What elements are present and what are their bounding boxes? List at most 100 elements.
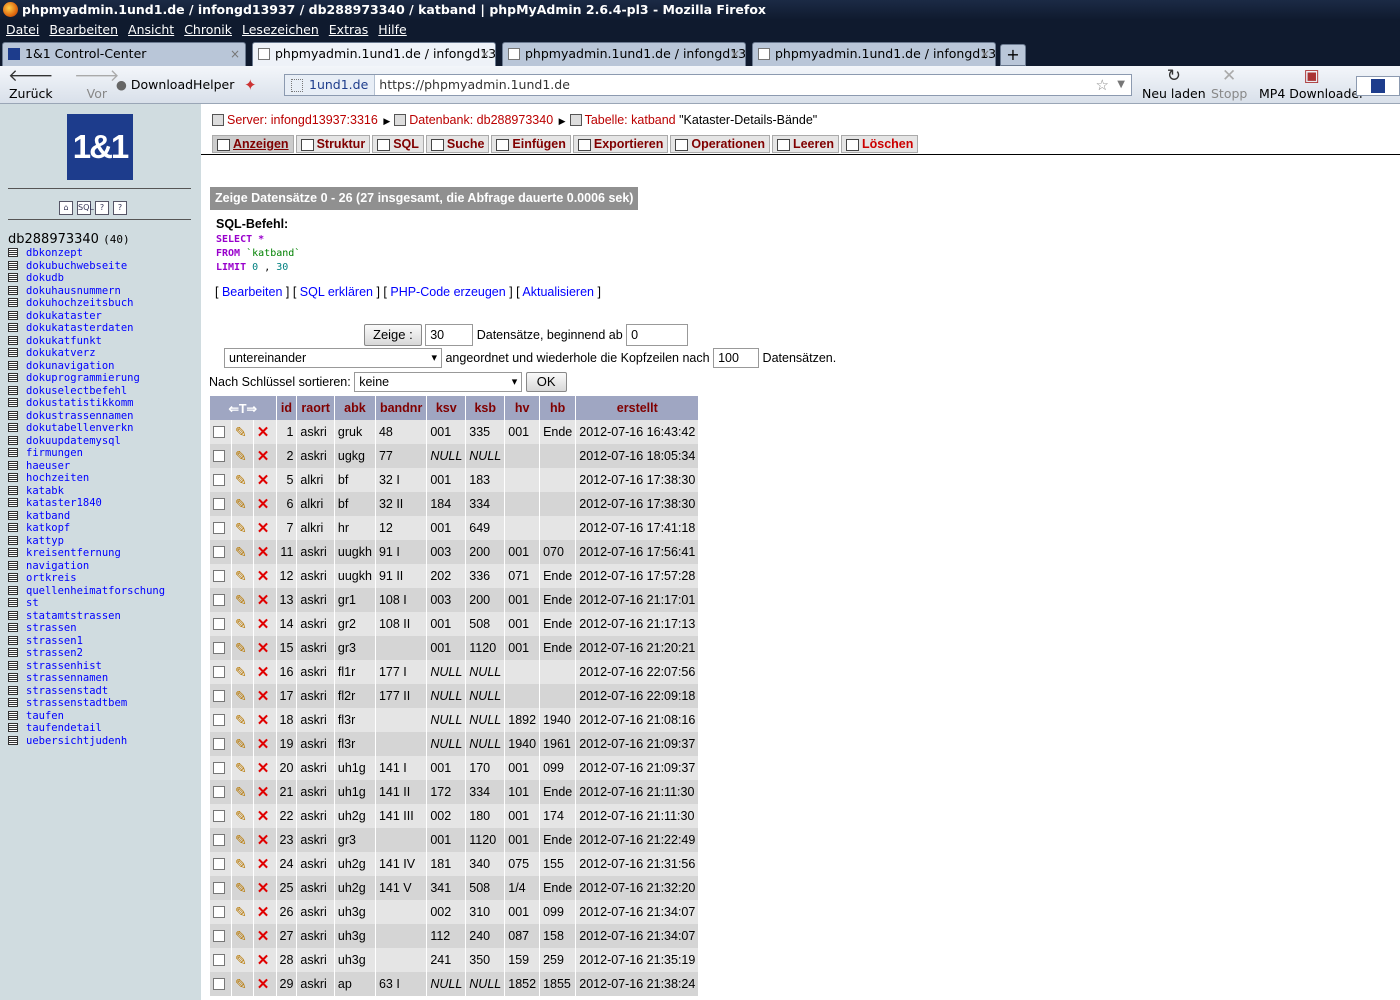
column-arrows-header[interactable]: ⇐T⇒ (210, 396, 277, 420)
row-checkbox[interactable] (213, 714, 225, 726)
close-tab-icon[interactable]: × (980, 43, 990, 65)
column-header-hb[interactable]: hb (539, 396, 577, 420)
delete-x-icon[interactable]: ✕ (257, 520, 270, 537)
edit-pencil-icon[interactable]: ✎ (235, 544, 247, 560)
tab-struktur[interactable]: Struktur (295, 135, 371, 153)
table-icon[interactable] (8, 398, 18, 407)
sidebar-table-item[interactable]: statamtstrassen (8, 610, 165, 623)
menu-datei[interactable]: Datei (6, 22, 39, 37)
row-checkbox[interactable] (213, 426, 225, 438)
edit-pencil-icon[interactable]: ✎ (235, 664, 247, 680)
sidebar-table-item[interactable]: hochzeiten (8, 472, 165, 485)
site-identity-button[interactable]: 1und1.de (285, 75, 376, 95)
sidebar-table-label[interactable]: statamtstrassen (26, 610, 121, 622)
row-checkbox[interactable] (213, 522, 225, 534)
table-icon[interactable] (8, 448, 18, 457)
sidebar-table-label[interactable]: dokukatverz (26, 347, 96, 359)
table-icon[interactable] (8, 548, 18, 557)
row-checkbox[interactable] (213, 690, 225, 702)
edit-pencil-icon[interactable]: ✎ (235, 808, 247, 824)
table-icon[interactable] (8, 323, 18, 332)
start-input[interactable]: 0 (626, 324, 689, 346)
display-mode-select[interactable]: untereinander (224, 348, 442, 368)
sidebar-table-item[interactable]: dokuhochzeitsbuch (8, 297, 165, 310)
server-link[interactable]: infongd13937:3316 (271, 113, 378, 127)
edit-pencil-icon[interactable]: ✎ (235, 592, 247, 608)
sidebar-table-label[interactable]: strassennamen (26, 672, 108, 684)
tab-operationen[interactable]: Operationen (670, 135, 770, 153)
table-icon[interactable] (8, 435, 18, 445)
repeat-headers-input[interactable]: 100 (713, 348, 760, 368)
show-button[interactable]: Zeige : (364, 324, 422, 346)
table-icon[interactable] (8, 248, 18, 257)
sidebar-table-item[interactable]: dokunavigation (8, 360, 165, 373)
column-header-erstellt[interactable]: erstellt (575, 396, 700, 420)
table-icon[interactable] (8, 698, 18, 707)
sidebar-table-label[interactable]: dokukatasterdaten (26, 322, 133, 334)
table-icon[interactable] (8, 360, 18, 370)
delete-x-icon[interactable]: ✕ (257, 688, 270, 705)
menu-chronik[interactable]: Chronik (184, 22, 232, 37)
menu-hilfe[interactable]: Hilfe (378, 22, 406, 37)
tab-leeren[interactable]: Leeren (771, 135, 839, 153)
url-bar[interactable]: 1und1.de https://phpmyadmin.1und1.de ☆ ▼ (284, 74, 1132, 96)
sidebar-table-item[interactable]: strassennamen (8, 672, 165, 685)
menu-bearbeiten[interactable]: Bearbeiten (49, 22, 118, 37)
table-icon[interactable] (8, 260, 18, 270)
edit-pencil-icon[interactable]: ✎ (235, 736, 247, 752)
sidebar-table-label[interactable]: katabk (26, 485, 64, 497)
menu-lesezeichen[interactable]: Lesezeichen (242, 22, 319, 37)
delete-x-icon[interactable]: ✕ (257, 712, 270, 729)
table-icon[interactable] (8, 735, 18, 745)
delete-x-icon[interactable]: ✕ (257, 472, 270, 489)
table-icon[interactable] (8, 723, 18, 732)
row-checkbox[interactable] (213, 954, 225, 966)
sidebar-table-item[interactable]: strassen1 (8, 635, 165, 648)
table-icon[interactable] (8, 273, 18, 282)
sidebar-table-label[interactable]: navigation (26, 560, 89, 572)
edit-pencil-icon[interactable]: ✎ (235, 880, 247, 896)
back-button[interactable]: 🡐 Zurück (8, 68, 54, 102)
table-icon[interactable] (8, 485, 18, 495)
edit-pencil-icon[interactable]: ✎ (235, 424, 247, 440)
edit-pencil-icon[interactable]: ✎ (235, 520, 247, 536)
sidebar-table-label[interactable]: quellenheimatforschung (26, 585, 165, 597)
table-icon[interactable] (8, 348, 18, 357)
rows-input[interactable]: 30 (425, 324, 474, 346)
menu-ansicht[interactable]: Ansicht (128, 22, 174, 37)
menu-extras[interactable]: Extras (329, 22, 369, 37)
sidebar-table-label[interactable]: dokuhausnummern (26, 285, 121, 297)
tab-loeschen[interactable]: Löschen (840, 135, 919, 153)
table-icon[interactable] (8, 298, 18, 307)
sidebar-table-label[interactable]: strassenstadtbem (26, 697, 127, 709)
close-tab-icon[interactable]: × (730, 43, 740, 65)
delete-x-icon[interactable]: ✕ (257, 592, 270, 609)
table-icon[interactable] (8, 510, 18, 520)
edit-pencil-icon[interactable]: ✎ (235, 640, 247, 656)
delete-x-icon[interactable]: ✕ (257, 880, 270, 897)
sidebar-table-item[interactable]: katkopf (8, 522, 165, 535)
close-tab-icon[interactable]: × (480, 43, 490, 65)
delete-x-icon[interactable]: ✕ (257, 904, 270, 921)
delete-x-icon[interactable]: ✕ (257, 448, 270, 465)
table-icon[interactable] (8, 560, 18, 570)
row-checkbox[interactable] (213, 810, 225, 822)
table-icon[interactable] (8, 335, 18, 345)
sidebar-table-label[interactable]: firmungen (26, 447, 83, 459)
sidebar-table-item[interactable]: uebersichtjudenh (8, 735, 165, 748)
ok-button[interactable]: OK (525, 372, 567, 392)
logo-1und1[interactable]: 1&1 (67, 114, 133, 180)
sidebar-table-label[interactable]: ortkreis (26, 572, 77, 584)
table-link[interactable]: katband (631, 113, 675, 127)
sidebar-table-item[interactable]: katband (8, 510, 165, 523)
sidebar-table-item[interactable]: dokudb (8, 272, 165, 285)
sidebar-table-item[interactable]: dokukataster (8, 310, 165, 323)
sidebar-table-item[interactable]: strassenstadt (8, 685, 165, 698)
browser-tab-phpmyadmin-2[interactable]: phpmyadmin.1und1.de / infongd139... × (502, 42, 746, 66)
sidebar-table-item[interactable]: kattyp (8, 535, 165, 548)
downloadhelper-button[interactable]: ● DownloadHelper (116, 77, 234, 92)
column-header-ksb[interactable]: ksb (465, 396, 506, 420)
column-header-bandnr[interactable]: bandnr (375, 396, 428, 420)
delete-x-icon[interactable]: ✕ (257, 928, 270, 945)
table-icon[interactable] (8, 598, 18, 607)
